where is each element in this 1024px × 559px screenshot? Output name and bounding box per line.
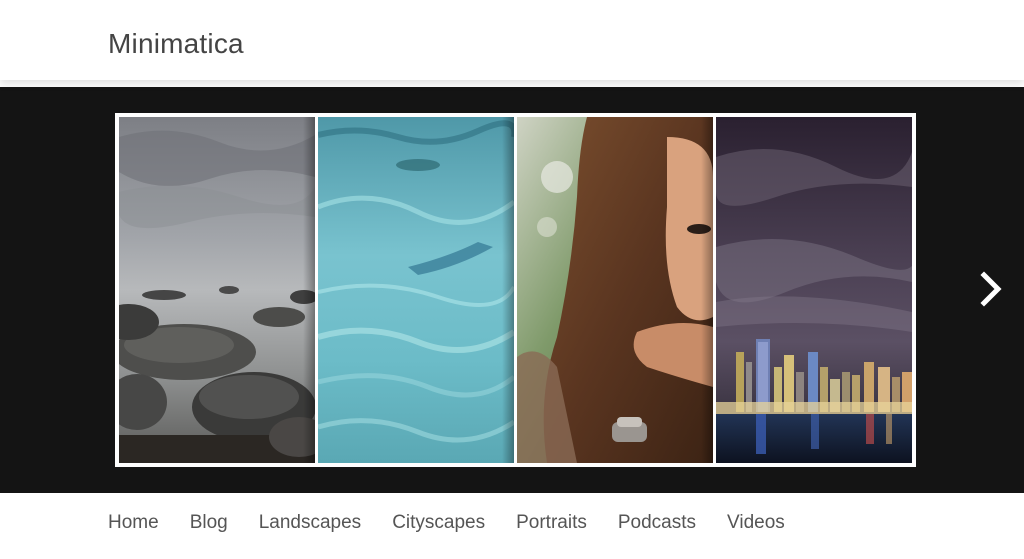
nav-item-landscapes[interactable]: Landscapes bbox=[259, 512, 361, 534]
slide-seashore[interactable] bbox=[119, 117, 315, 463]
site-header: Minimatica bbox=[0, 0, 1024, 80]
skyline-image bbox=[716, 117, 912, 463]
chevron-right-icon bbox=[980, 271, 1002, 307]
nav-item-portraits[interactable]: Portraits bbox=[516, 512, 587, 534]
slide-strip bbox=[115, 113, 916, 467]
portrait-image bbox=[517, 117, 713, 463]
slide-water[interactable] bbox=[318, 117, 514, 463]
water-image bbox=[318, 117, 514, 463]
nav-item-podcasts[interactable]: Podcasts bbox=[618, 512, 696, 534]
nav-item-videos[interactable]: Videos bbox=[727, 512, 785, 534]
nav-item-cityscapes[interactable]: Cityscapes bbox=[392, 512, 485, 534]
slide-portrait[interactable] bbox=[517, 117, 713, 463]
image-slider bbox=[0, 87, 1024, 493]
nav-item-blog[interactable]: Blog bbox=[190, 512, 228, 534]
main-nav: Home Blog Landscapes Cityscapes Portrait… bbox=[108, 512, 816, 534]
seashore-image bbox=[119, 117, 315, 463]
site-title[interactable]: Minimatica bbox=[108, 28, 244, 60]
slide-skyline[interactable] bbox=[716, 117, 912, 463]
next-slide-button[interactable] bbox=[972, 269, 1012, 309]
nav-item-home[interactable]: Home bbox=[108, 512, 159, 534]
